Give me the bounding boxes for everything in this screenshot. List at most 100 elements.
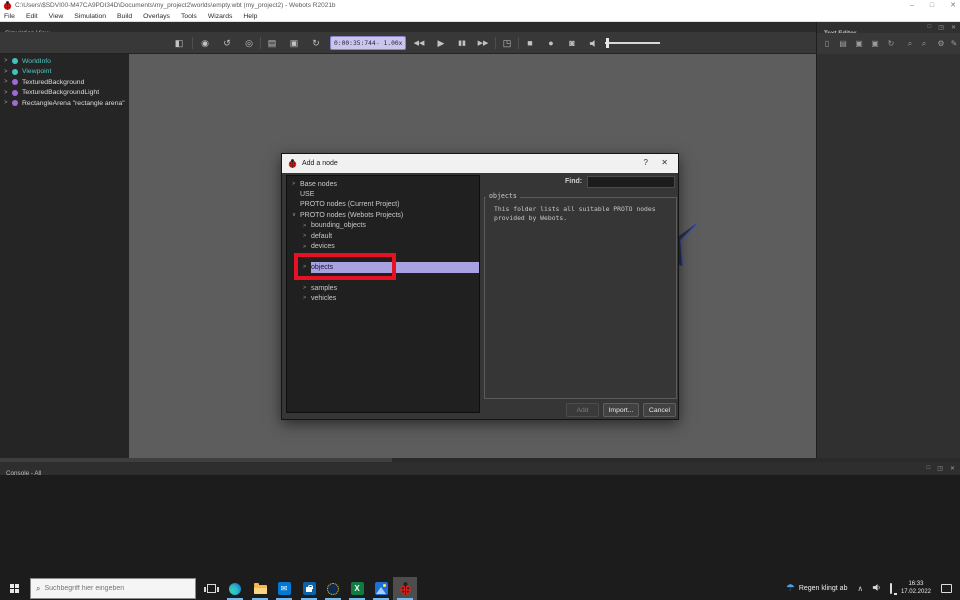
- menu-tools[interactable]: Tools: [181, 13, 197, 20]
- movie-stop-icon[interactable]: ■: [521, 32, 539, 54]
- find-icon[interactable]: ⌕: [903, 33, 917, 54]
- open-world-icon[interactable]: ▤: [263, 32, 281, 54]
- task-view-button[interactable]: [199, 577, 223, 600]
- console-maximize-icon[interactable]: □: [927, 465, 931, 472]
- chevron-right-icon[interactable]: >: [303, 244, 311, 250]
- chevron-right-icon[interactable]: >: [303, 223, 311, 229]
- close-icon[interactable]: ✕: [950, 0, 956, 11]
- menu-wizards[interactable]: Wizards: [208, 13, 233, 20]
- new-file-icon[interactable]: ▯: [820, 33, 834, 54]
- scene-tree-item-viewpoint[interactable]: > Viewpoint: [0, 67, 129, 78]
- window-titlebar[interactable]: C:\Users\$SDVI00-M47CA9PDI34D\Documents\…: [0, 0, 960, 11]
- chevron-right-icon[interactable]: >: [303, 295, 311, 301]
- excel-button[interactable]: X: [345, 577, 369, 600]
- preferences-gear-icon[interactable]: ⚙: [934, 33, 948, 54]
- webots-taskbar-button[interactable]: [393, 577, 417, 600]
- chevron-right-icon[interactable]: >: [4, 100, 12, 106]
- save-as-icon[interactable]: ▣: [868, 33, 882, 54]
- screenshot-icon[interactable]: ◙: [563, 32, 581, 54]
- tree-item-proto-current[interactable]: PROTO nodes (Current Project): [287, 200, 479, 210]
- search-input[interactable]: [44, 585, 174, 592]
- store-button[interactable]: [297, 577, 321, 600]
- cancel-button[interactable]: Cancel: [643, 403, 676, 417]
- tree-item-devices[interactable]: > devices: [287, 241, 479, 251]
- tree-item-samples[interactable]: > samples: [287, 283, 479, 293]
- weather-text[interactable]: Regen klingt ab: [799, 585, 848, 592]
- chevron-right-icon[interactable]: >: [4, 79, 12, 85]
- play-icon[interactable]: ▶: [432, 32, 450, 54]
- taskbar-clock[interactable]: 16:33 17.02.2022: [901, 581, 931, 596]
- chevron-right-icon[interactable]: >: [303, 285, 311, 291]
- rewind-icon[interactable]: ◀◀: [410, 32, 428, 54]
- chevron-right-icon[interactable]: >: [4, 90, 12, 96]
- tree-item-vehicles[interactable]: > vehicles: [287, 293, 479, 303]
- reload-world-icon[interactable]: ↺: [218, 32, 236, 54]
- mail-button[interactable]: ✉: [272, 577, 296, 600]
- minimize-icon[interactable]: –: [910, 0, 914, 11]
- record-icon[interactable]: ●: [542, 32, 560, 54]
- taskbar-search[interactable]: ⌕: [30, 578, 196, 599]
- tree-item-proto-webots[interactable]: ∨ PROTO nodes (Webots Projects): [287, 210, 479, 220]
- menu-edit[interactable]: Edit: [26, 13, 38, 20]
- scene-tree-item-worldinfo[interactable]: > WorldInfo: [0, 56, 129, 67]
- menu-simulation[interactable]: Simulation: [74, 13, 106, 20]
- dialog-close-icon[interactable]: ✕: [661, 158, 668, 167]
- save-world-icon[interactable]: ▣: [285, 32, 303, 54]
- tray-chevron-icon[interactable]: ∧: [857, 584, 863, 593]
- dialog-help-icon[interactable]: ?: [644, 158, 648, 167]
- import-button[interactable]: Import...: [603, 403, 639, 417]
- scene-tree-item-texturedbackgroundlight[interactable]: > TexturedBackgroundLight: [0, 88, 129, 99]
- texteditor-float-icon[interactable]: ◳: [938, 24, 944, 31]
- view-icon[interactable]: ◎: [240, 32, 258, 54]
- pause-icon[interactable]: ▮▮: [453, 32, 471, 54]
- start-button[interactable]: [0, 577, 29, 600]
- add-button[interactable]: Add: [566, 403, 599, 417]
- save-file-icon[interactable]: ▣: [852, 33, 866, 54]
- edge-button[interactable]: [223, 577, 247, 600]
- tree-item-base-nodes[interactable]: > Base nodes: [287, 179, 479, 189]
- chevron-right-icon[interactable]: >: [4, 69, 12, 75]
- texteditor-maximize-icon[interactable]: □: [928, 24, 932, 31]
- weather-icon[interactable]: ☂: [786, 583, 795, 594]
- dialog-titlebar[interactable]: Add a node ? ✕: [282, 154, 678, 173]
- menu-view[interactable]: View: [49, 13, 64, 20]
- tree-item-bounding-objects[interactable]: > bounding_objects: [287, 221, 479, 231]
- volume-slider[interactable]: [605, 42, 660, 44]
- console-close-icon[interactable]: ✕: [950, 465, 955, 472]
- app-circle-button[interactable]: [321, 577, 345, 600]
- photos-button[interactable]: [369, 577, 393, 600]
- console-float-icon[interactable]: ◳: [937, 465, 943, 472]
- layout-icon[interactable]: ◧: [170, 32, 188, 54]
- revert-icon[interactable]: ↻: [307, 32, 325, 54]
- fast-forward-icon[interactable]: ▶▶: [474, 32, 492, 54]
- rendering-icon[interactable]: ◳: [498, 32, 516, 54]
- edit-pencil-icon[interactable]: ✎: [947, 33, 960, 54]
- windows-logo-icon: [10, 584, 19, 593]
- chevron-right-icon[interactable]: >: [4, 58, 12, 64]
- tree-item-default[interactable]: > default: [287, 231, 479, 241]
- find-input[interactable]: [587, 176, 675, 188]
- volume-slider-handle[interactable]: [606, 38, 609, 48]
- scene-tree-item-texturedbackground[interactable]: > TexturedBackground: [0, 77, 129, 88]
- console-body[interactable]: [0, 475, 960, 577]
- menu-overlays[interactable]: Overlays: [143, 13, 170, 20]
- maximize-icon[interactable]: □: [930, 0, 934, 11]
- reset-simulation-icon[interactable]: ◉: [196, 32, 214, 54]
- menu-build[interactable]: Build: [117, 13, 132, 20]
- find-replace-icon[interactable]: ⌕: [917, 33, 931, 54]
- chevron-down-icon[interactable]: ∨: [292, 212, 300, 218]
- tree-item-use[interactable]: USE: [287, 189, 479, 199]
- chevron-right-icon[interactable]: >: [292, 181, 300, 187]
- revert-file-icon[interactable]: ↻: [884, 33, 898, 54]
- tray-network-icon[interactable]: [890, 584, 892, 593]
- file-explorer-button[interactable]: [248, 577, 272, 600]
- menu-help[interactable]: Help: [243, 13, 257, 20]
- tray-speaker-icon[interactable]: [872, 583, 881, 594]
- texteditor-close-icon[interactable]: ✕: [951, 24, 956, 31]
- speaker-icon[interactable]: [584, 32, 602, 54]
- notification-center-icon[interactable]: [941, 584, 952, 593]
- menu-file[interactable]: File: [4, 13, 15, 20]
- chevron-right-icon[interactable]: >: [303, 233, 311, 239]
- scene-tree-item-rectanglearena[interactable]: > RectangleArena "rectangle arena": [0, 98, 129, 109]
- open-file-icon[interactable]: ▤: [836, 33, 850, 54]
